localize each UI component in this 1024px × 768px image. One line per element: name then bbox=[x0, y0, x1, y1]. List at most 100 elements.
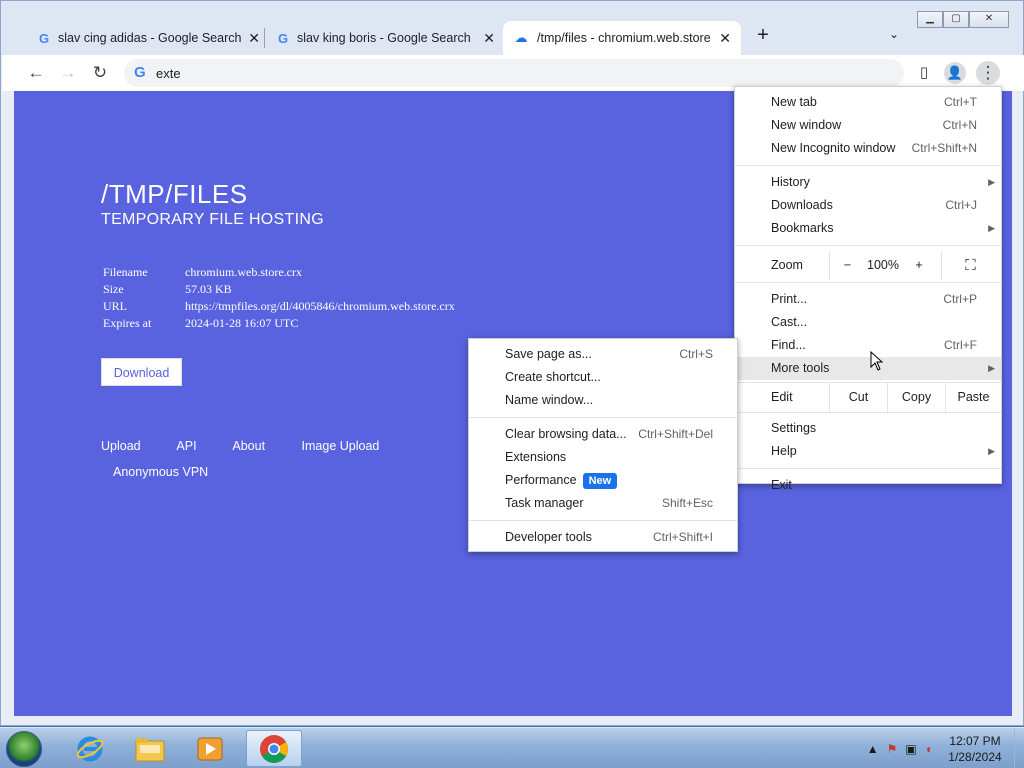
google-icon: G bbox=[134, 64, 146, 81]
menu-item-new-incognito-window[interactable]: New Incognito window Ctrl+Shift+N bbox=[735, 137, 1001, 160]
edit-row: Edit Cut Copy Paste bbox=[735, 383, 1001, 412]
menu-item-label: New Incognito window bbox=[771, 141, 896, 155]
menu-item-find[interactable]: Find... Ctrl+F bbox=[735, 334, 1001, 357]
show-desktop-button[interactable] bbox=[1014, 728, 1024, 768]
menu-item-more-tools[interactable]: More tools ▶ bbox=[735, 357, 1001, 380]
tab-slav-cing-adidas[interactable]: G slav cing adidas - Google Search ✕ bbox=[36, 21, 262, 55]
page-title: /TMP/FILES bbox=[101, 179, 248, 209]
menu-item-shortcut: Ctrl+Shift+N bbox=[911, 141, 977, 155]
cut-button[interactable]: Cut bbox=[829, 383, 887, 412]
close-icon[interactable]: ✕ bbox=[483, 30, 495, 47]
kebab-menu-icon[interactable]: ⋮ bbox=[976, 61, 1000, 85]
menu-item-extensions[interactable]: Extensions bbox=[469, 446, 737, 469]
menu-item-exit[interactable]: Exit bbox=[735, 474, 1001, 497]
tab-title: slav cing adidas - Google Search bbox=[58, 31, 242, 45]
edit-label: Edit bbox=[771, 390, 793, 404]
footer-link-anonymous-vpn[interactable]: Anonymous VPN bbox=[113, 465, 208, 479]
menu-item-label: Downloads bbox=[771, 198, 833, 212]
menu-item-shortcut: Ctrl+N bbox=[942, 118, 977, 132]
footer-link-image-upload[interactable]: Image Upload bbox=[302, 439, 380, 453]
menu-item-label: Name window... bbox=[505, 393, 594, 407]
menu-item-label: Find... bbox=[771, 338, 806, 352]
zoom-out-button[interactable]: − bbox=[829, 251, 865, 280]
menu-item-performance[interactable]: Performance New bbox=[469, 469, 737, 492]
tab-title: /tmp/files - chromium.web.store bbox=[537, 31, 711, 45]
menu-item-label: Developer tools bbox=[505, 530, 592, 544]
info-value: 57.03 KB bbox=[185, 282, 232, 296]
menu-separator bbox=[469, 520, 737, 521]
menu-item-create-shortcut[interactable]: Create shortcut... bbox=[469, 366, 737, 389]
zoom-in-button[interactable]: + bbox=[901, 251, 937, 280]
media-player-icon[interactable] bbox=[182, 730, 238, 767]
footer-link-upload[interactable]: Upload bbox=[101, 439, 141, 453]
menu-item-new-tab[interactable]: New tab Ctrl+T bbox=[735, 91, 1001, 114]
menu-item-print[interactable]: Print... Ctrl+P bbox=[735, 288, 1001, 311]
info-row: URL https://tmpfiles.org/dl/4005846/chro… bbox=[103, 299, 455, 316]
system-tray: ▲ ⚑ ▣ ◖ 12:07 PM 1/28/2024 bbox=[867, 728, 1010, 768]
side-panel-icon[interactable]: ▯ bbox=[912, 61, 936, 85]
tab-separator bbox=[264, 28, 265, 48]
close-icon[interactable]: ✕ bbox=[719, 30, 731, 47]
menu-item-downloads[interactable]: Downloads Ctrl+J bbox=[735, 194, 1001, 217]
menu-item-new-window[interactable]: New window Ctrl+N bbox=[735, 114, 1001, 137]
media-player-logo-icon bbox=[197, 737, 223, 760]
profile-icon[interactable]: 👤 bbox=[944, 62, 966, 84]
menu-item-save-page-as[interactable]: Save page as... Ctrl+S bbox=[469, 343, 737, 366]
reload-button[interactable]: ↻ bbox=[88, 61, 112, 85]
action-center-icon[interactable]: ⚑ bbox=[887, 742, 898, 756]
tab-title: slav king boris - Google Search bbox=[297, 31, 471, 45]
cloud-upload-icon: ☁ bbox=[514, 30, 528, 45]
info-value[interactable]: https://tmpfiles.org/dl/4005846/chromium… bbox=[185, 299, 455, 316]
menu-item-task-manager[interactable]: Task manager Shift+Esc bbox=[469, 492, 737, 515]
menu-item-label: Cast... bbox=[771, 315, 808, 329]
internet-explorer-icon[interactable] bbox=[62, 730, 118, 767]
submenu-arrow-icon: ▶ bbox=[988, 446, 995, 456]
submenu-arrow-icon: ▶ bbox=[988, 177, 995, 187]
menu-item-help[interactable]: Help ▶ bbox=[735, 440, 1001, 463]
menu-item-label: More tools bbox=[771, 361, 830, 375]
menu-separator bbox=[735, 245, 1001, 246]
chrome-taskbar-icon[interactable] bbox=[246, 730, 302, 767]
copy-button[interactable]: Copy bbox=[887, 383, 945, 412]
menu-item-bookmarks[interactable]: Bookmarks ▶ bbox=[735, 217, 1001, 240]
menu-item-label: Save page as... bbox=[505, 347, 592, 361]
new-tab-button[interactable]: + bbox=[753, 25, 773, 46]
zoom-row: Zoom − 100% + ⛶ bbox=[735, 251, 1001, 280]
menu-separator bbox=[735, 165, 1001, 166]
chrome-main-menu: New tab Ctrl+T New window Ctrl+N New Incog… bbox=[734, 86, 1002, 492]
show-hidden-icons-icon[interactable]: ▲ bbox=[867, 742, 879, 756]
footer-link-about[interactable]: About bbox=[232, 439, 265, 453]
maximize-button[interactable]: ▢ bbox=[943, 11, 969, 28]
omnibox[interactable]: G bbox=[124, 59, 904, 87]
paste-button[interactable]: Paste bbox=[945, 383, 1001, 412]
mouse-cursor-icon bbox=[870, 351, 884, 371]
close-window-button[interactable]: ✕ bbox=[969, 11, 1009, 28]
menu-item-settings[interactable]: Settings bbox=[735, 417, 1001, 440]
info-row: Expires at 2024-01-28 16:07 UTC bbox=[103, 316, 455, 333]
menu-item-developer-tools[interactable]: Developer tools Ctrl+Shift+I bbox=[469, 526, 737, 549]
download-button[interactable]: Download bbox=[101, 358, 182, 386]
volume-muted-icon[interactable]: ◖ bbox=[925, 742, 932, 756]
menu-item-cast[interactable]: Cast... bbox=[735, 311, 1001, 334]
menu-item-clear-browsing-data[interactable]: Clear browsing data... Ctrl+Shift+Del bbox=[469, 423, 737, 446]
fullscreen-icon[interactable]: ⛶ bbox=[941, 251, 999, 280]
tab-search-button[interactable]: ⌄ bbox=[885, 27, 903, 45]
back-button[interactable]: ← bbox=[24, 61, 48, 85]
tab-tmp-files[interactable]: ☁ /tmp/files - chromium.web.store ✕ bbox=[503, 21, 741, 55]
file-explorer-icon[interactable] bbox=[122, 730, 178, 767]
footer-link-api[interactable]: API bbox=[176, 439, 196, 453]
google-icon: G bbox=[38, 30, 50, 46]
clock[interactable]: 12:07 PM 1/28/2024 bbox=[940, 733, 1010, 765]
tab-slav-king-boris[interactable]: G slav king boris - Google Search ✕ bbox=[275, 21, 497, 55]
menu-item-shortcut: Ctrl+J bbox=[945, 198, 977, 212]
network-icon[interactable]: ▣ bbox=[905, 742, 916, 756]
menu-item-shortcut: Ctrl+P bbox=[943, 292, 977, 306]
address-input[interactable] bbox=[156, 63, 856, 83]
menu-item-history[interactable]: History ▶ bbox=[735, 171, 1001, 194]
close-icon[interactable]: ✕ bbox=[248, 30, 260, 47]
menu-item-name-window[interactable]: Name window... bbox=[469, 389, 737, 412]
minimize-button[interactable]: ▁ bbox=[917, 11, 943, 28]
menu-item-label: Extensions bbox=[505, 450, 567, 464]
forward-button[interactable]: → bbox=[56, 61, 80, 85]
start-button[interactable] bbox=[6, 731, 42, 767]
